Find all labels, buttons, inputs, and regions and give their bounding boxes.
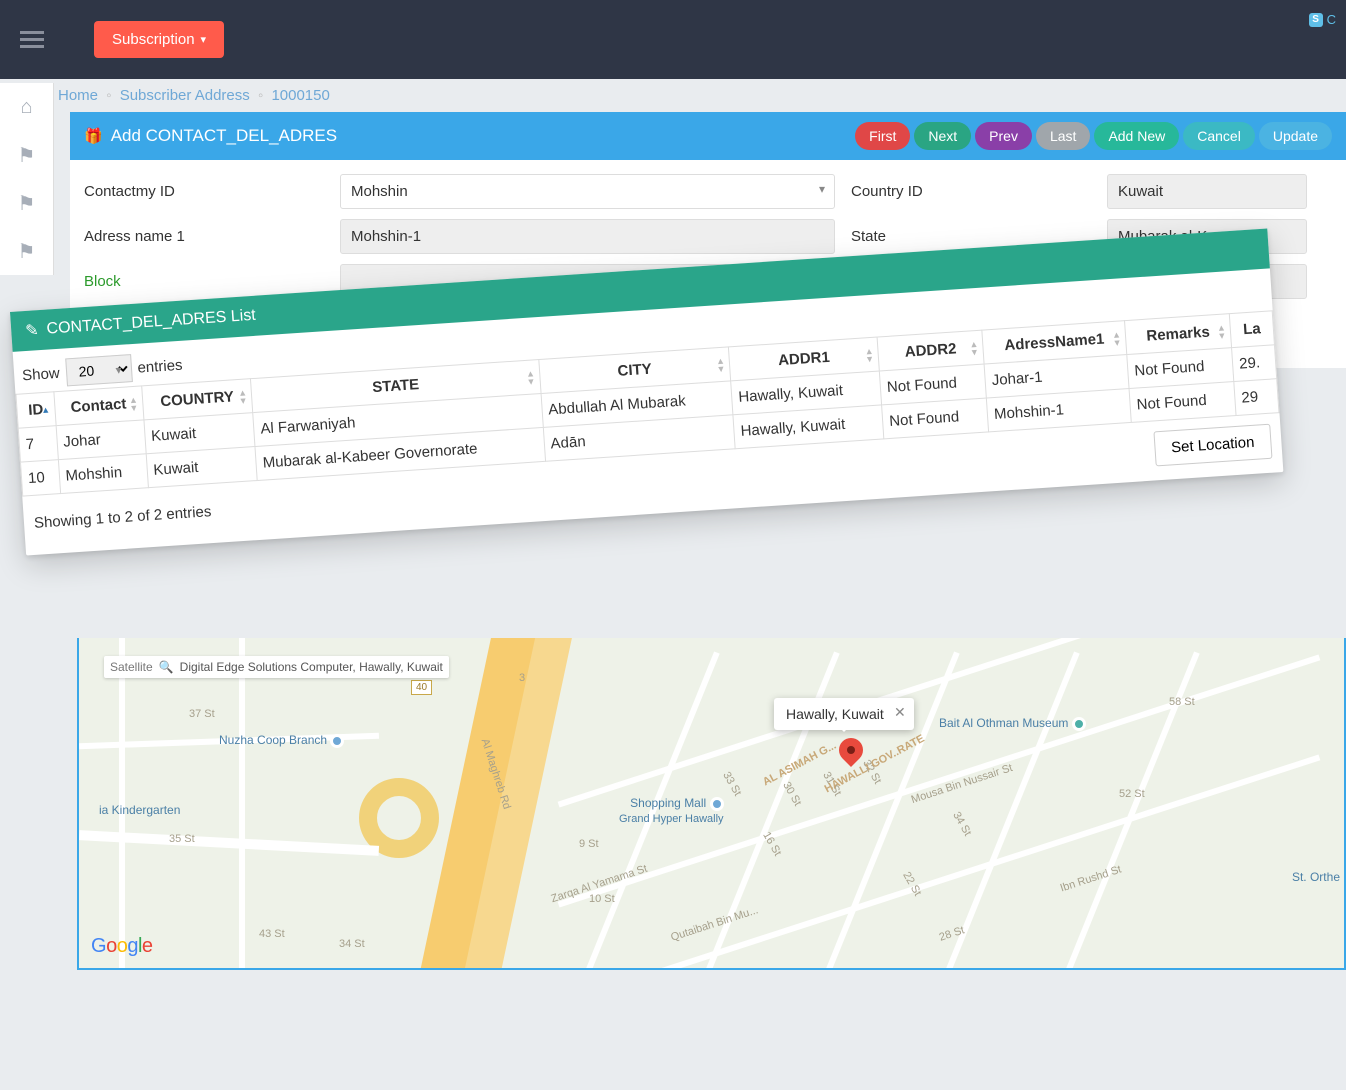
- map-marker-icon[interactable]: [839, 738, 863, 774]
- set-location-button[interactable]: Set Location: [1153, 424, 1272, 467]
- poi-kindergarten[interactable]: ia Kindergarten: [99, 803, 180, 817]
- google-logo: Google: [91, 935, 153, 958]
- prev-button[interactable]: Prev: [975, 122, 1032, 150]
- poi-pin-icon: [330, 734, 344, 748]
- street-label: 37 St: [189, 708, 215, 720]
- block-label: Block: [80, 273, 340, 290]
- edit-icon: ✎: [25, 320, 40, 341]
- poi-orth[interactable]: St. Orthe: [1292, 870, 1340, 884]
- poi-pin-icon: [710, 797, 724, 811]
- poi-pin-icon: [1072, 717, 1086, 731]
- breadcrumb-sep: ◦: [106, 87, 111, 104]
- highway-shield: 40: [411, 680, 432, 695]
- panel-title: Add CONTACT_DEL_ADRES: [111, 126, 337, 146]
- map-container[interactable]: 40 Nuzha Coop Branch ia Kindergarten Sho…: [77, 638, 1346, 970]
- skype-icon: S: [1309, 13, 1323, 27]
- col-remarks[interactable]: Remarks▲▼: [1125, 314, 1232, 355]
- top-navbar: Subscription ▾ S C: [0, 0, 1346, 79]
- col-id[interactable]: ID▲: [16, 392, 56, 428]
- col-addr2[interactable]: ADDR2▲▼: [877, 330, 984, 371]
- chevron-down-icon: ▾: [201, 33, 207, 46]
- street-label: 35 St: [169, 833, 195, 845]
- skype-badge[interactable]: S C: [1309, 12, 1336, 27]
- map-info-window: Hawally, Kuwait ✕: [774, 698, 914, 730]
- poi-nuzha[interactable]: Nuzha Coop Branch: [219, 733, 344, 748]
- country-id-input[interactable]: [1107, 174, 1307, 209]
- skype-suffix: C: [1327, 12, 1336, 27]
- page-size-select[interactable]: 20: [65, 354, 133, 386]
- col-country[interactable]: COUNTRY▲▼: [141, 379, 253, 420]
- contactmy-id-label: Contactmy ID: [80, 183, 340, 200]
- street-label: 52 St: [1119, 788, 1145, 800]
- map-search-text[interactable]: Digital Edge Solutions Computer, Hawally…: [180, 660, 443, 674]
- subscription-label: Subscription: [112, 31, 195, 48]
- breadcrumb-section[interactable]: Subscriber Address: [120, 87, 250, 104]
- street-label: 10 St: [589, 893, 615, 905]
- poi-bait[interactable]: Bait Al Othman Museum: [939, 716, 1086, 731]
- map-surface[interactable]: 40 Nuzha Coop Branch ia Kindergarten Sho…: [79, 638, 1344, 968]
- show-label: Show: [22, 364, 61, 383]
- adress-name1-input[interactable]: [340, 219, 835, 254]
- entries-label: entries: [137, 356, 183, 376]
- add-new-button[interactable]: Add New: [1094, 122, 1179, 150]
- panel-header: 🎁 Add CONTACT_DEL_ADRES First Next Prev …: [70, 112, 1346, 160]
- gift-icon: 🎁: [84, 127, 103, 145]
- contactmy-id-select[interactable]: Mohshin: [340, 174, 835, 209]
- adress-name1-label: Adress name 1: [80, 228, 340, 245]
- street-label: 43 St: [259, 928, 285, 940]
- col-last[interactable]: La: [1229, 311, 1274, 348]
- poi-shopping-mall[interactable]: Shopping Mall Grand Hyper Hawally: [619, 796, 724, 825]
- last-button[interactable]: Last: [1036, 122, 1090, 150]
- next-button[interactable]: Next: [914, 122, 971, 150]
- update-button[interactable]: Update: [1259, 122, 1332, 150]
- street-label: 34 St: [339, 938, 365, 950]
- footer-info: Showing 1 to 2 of 2 entries: [33, 503, 211, 532]
- street-label: 9 St: [579, 838, 599, 850]
- country-id-label: Country ID: [847, 183, 1107, 200]
- street-label: 3: [519, 672, 525, 684]
- satellite-toggle[interactable]: Satellite: [110, 660, 153, 674]
- street-label: 58 St: [1169, 696, 1195, 708]
- subscription-dropdown-button[interactable]: Subscription ▾: [94, 21, 224, 58]
- map-search-overlay: Satellite 🔍 Digital Edge Solutions Compu…: [104, 656, 449, 678]
- breadcrumb-home[interactable]: Home: [58, 87, 98, 104]
- breadcrumb-id[interactable]: 1000150: [271, 87, 329, 104]
- close-icon[interactable]: ✕: [894, 704, 906, 721]
- flag-icon[interactable]: ⚑: [0, 227, 53, 275]
- flag-icon[interactable]: ⚑: [0, 131, 53, 179]
- hamburger-menu-icon[interactable]: [20, 31, 44, 48]
- flag-icon[interactable]: ⚑: [0, 179, 53, 227]
- info-title: Hawally, Kuwait: [786, 706, 884, 722]
- breadcrumb-sep: ◦: [258, 87, 263, 104]
- breadcrumb: Home ◦ Subscriber Address ◦ 1000150: [0, 79, 1346, 112]
- cancel-button[interactable]: Cancel: [1183, 122, 1255, 150]
- home-icon[interactable]: ⌂: [0, 83, 53, 131]
- action-buttons: First Next Prev Last Add New Cancel Upda…: [855, 122, 1332, 150]
- left-rail: ⌂ ⚑ ⚑ ⚑: [0, 83, 54, 275]
- search-icon[interactable]: 🔍: [159, 660, 174, 674]
- first-button[interactable]: First: [855, 122, 910, 150]
- list-title: CONTACT_DEL_ADRES List: [46, 307, 256, 339]
- col-contact[interactable]: Contact▲▼: [53, 386, 143, 426]
